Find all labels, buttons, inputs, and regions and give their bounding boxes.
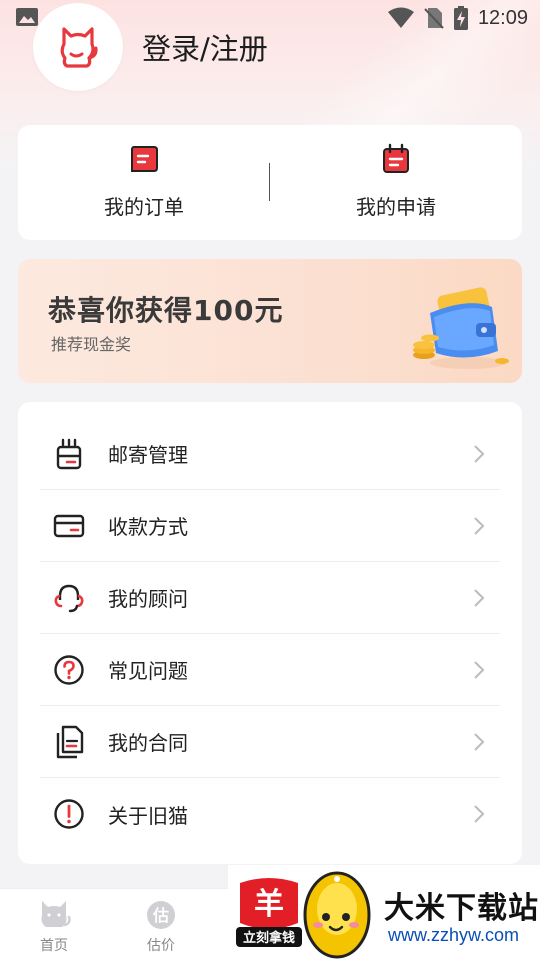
application-icon [383,143,409,173]
chevron-right-icon [474,588,485,607]
wifi-icon [387,7,414,28]
wallet-coins-icon [413,287,509,369]
no-sim-icon [424,8,444,29]
chevron-right-icon [474,660,485,679]
gallery-icon [16,8,38,26]
menu-item-label: 关于旧猫 [108,803,188,828]
my-orders-label: 我的订单 [104,195,184,219]
banner-subtitle: 推荐现金奖 [51,335,132,354]
cat-home-icon [41,901,71,927]
mailing-icon [56,438,82,469]
referral-banner[interactable]: 恭喜你获得100元 推荐现金奖 [18,259,522,383]
menu-item-mailing[interactable]: 邮寄管理 [40,418,500,490]
my-orders-button[interactable]: 我的订单 [18,125,270,240]
menu-item-payment-method[interactable]: 收款方式 [40,490,500,562]
estimate-icon: 估 [147,901,175,929]
headset-icon [54,584,84,612]
question-icon [54,654,84,685]
site-watermark: 羊 立刻拿钱 大米下载站 www.zzhyw.com [228,865,540,960]
menu-item-label: 我的合同 [108,731,188,755]
login-register-link[interactable]: 登录/注册 [142,26,268,68]
banner-title: 恭喜你获得100元 [48,294,284,327]
nav-home-label: 首页 [40,938,68,954]
chevron-right-icon [474,516,485,535]
badge-char: 羊 [254,887,284,922]
my-applications-button[interactable]: 我的申请 [270,125,522,240]
chevron-right-icon [474,732,485,751]
badge-text: 立刻拿钱 [243,930,295,946]
avatar[interactable] [33,3,123,91]
watermark-site-url: www.zzhyw.com [388,925,520,945]
menu-card: 邮寄管理 收款方式 我的顾问 常见问题 我的合同 关于旧猫 [18,402,522,864]
chevron-right-icon [474,444,485,463]
cat-logo-icon [60,27,98,68]
sheep-badge-icon: 羊 立刻拿钱 [236,878,302,947]
info-icon [54,799,84,829]
menu-item-label: 常见问题 [108,659,188,683]
menu-item-label: 邮寄管理 [108,443,188,467]
menu-item-about[interactable]: 关于旧猫 [40,778,500,850]
menu-item-contract[interactable]: 我的合同 [40,706,500,778]
orders-card: 我的订单 我的申请 [18,125,522,240]
nav-estimate-label: 估价 [147,938,175,954]
card-icon [53,514,85,537]
menu-item-label: 我的顾问 [108,587,188,611]
menu-item-label: 收款方式 [108,515,188,539]
rice-mascot-icon [303,871,371,959]
status-time: 12:09 [477,6,528,29]
my-applications-label: 我的申请 [356,195,436,219]
watermark-site-name: 大米下载站 [384,891,539,926]
battery-charging-icon [453,6,468,30]
nav-estimate[interactable]: 估 估价 [121,897,201,955]
nav-home[interactable]: 首页 [14,897,94,955]
contract-icon [56,725,84,758]
svg-text:估: 估 [152,906,169,925]
chevron-right-icon [474,805,485,823]
menu-item-faq[interactable]: 常见问题 [40,634,500,706]
order-icon [131,146,158,172]
menu-item-advisor[interactable]: 我的顾问 [40,562,500,634]
